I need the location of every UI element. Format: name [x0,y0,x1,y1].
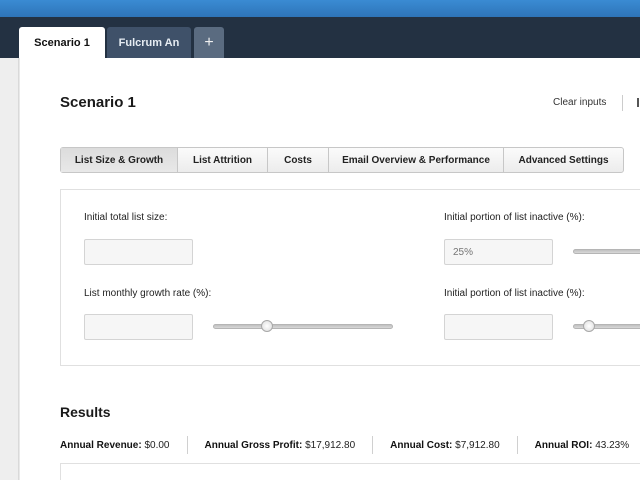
metric-value: $17,912.80 [305,439,356,451]
header-action-fragment[interactable] [637,98,639,107]
subtab-email-overview[interactable]: Email Overview & Performance [329,148,504,172]
metric-divider [372,436,374,454]
results-heading: Results [60,404,111,420]
metric-value: $7,912.80 [455,439,500,451]
metric-label: Annual Revenue: [60,439,142,451]
inactive-portion-2-input[interactable] [444,314,553,340]
metric-annual-cost: Annual Cost: $7,912.80 [390,440,500,451]
subtab-list-attrition[interactable]: List Attrition [178,148,268,172]
add-tab-button[interactable]: + [194,27,224,58]
inactive-portion-slider[interactable] [573,249,640,254]
browser-top-bar [0,0,640,17]
scenario-tab-bar: Scenario 1 Fulcrum An + [0,17,640,58]
subtab-costs[interactable]: Costs [268,148,329,172]
metric-label: Annual ROI: [534,439,593,451]
growth-rate-slider[interactable] [213,324,393,329]
initial-list-size-input[interactable] [84,239,193,265]
header-divider [622,95,623,111]
inactive-portion-label: Initial portion of list inactive (%): [444,212,585,223]
section-tabs: List Size & Growth List Attrition Costs … [60,147,624,173]
growth-rate-input[interactable] [84,314,193,340]
page-title: Scenario 1 [60,94,136,111]
growth-rate-slider-handle[interactable] [261,320,273,332]
left-gutter [0,58,19,480]
results-metrics: Annual Revenue: $0.00 Annual Gross Profi… [60,435,640,455]
tab-scenario-1[interactable]: Scenario 1 [19,27,105,58]
tab-fulcrum[interactable]: Fulcrum An [107,27,191,58]
metric-value: 43.23% [595,439,630,451]
subtab-list-size-growth[interactable]: List Size & Growth [61,148,178,172]
metric-value: $0.00 [144,439,170,451]
metric-annual-revenue: Annual Revenue: $0.00 [60,440,170,451]
metric-divider [186,436,188,454]
metric-divider [516,436,518,454]
metric-annual-roi: Annual ROI: 43.23% [535,440,629,451]
results-detail-panel [60,463,640,480]
clear-inputs-link[interactable]: Clear inputs [553,97,606,108]
metric-label: Annual Gross Profit: [204,439,303,451]
initial-list-size-label: Initial total list size: [84,212,168,223]
metric-label: Annual Cost: [390,439,453,451]
inactive-portion-2-slider-handle[interactable] [583,320,595,332]
growth-rate-label: List monthly growth rate (%): [84,288,212,299]
inactive-portion-2-label: Initial portion of list inactive (%): [444,288,585,299]
inactive-portion-input[interactable] [444,239,553,265]
metric-annual-gross-profit: Annual Gross Profit: $17,912.80 [205,440,356,451]
subtab-advanced-settings[interactable]: Advanced Settings [504,148,623,172]
